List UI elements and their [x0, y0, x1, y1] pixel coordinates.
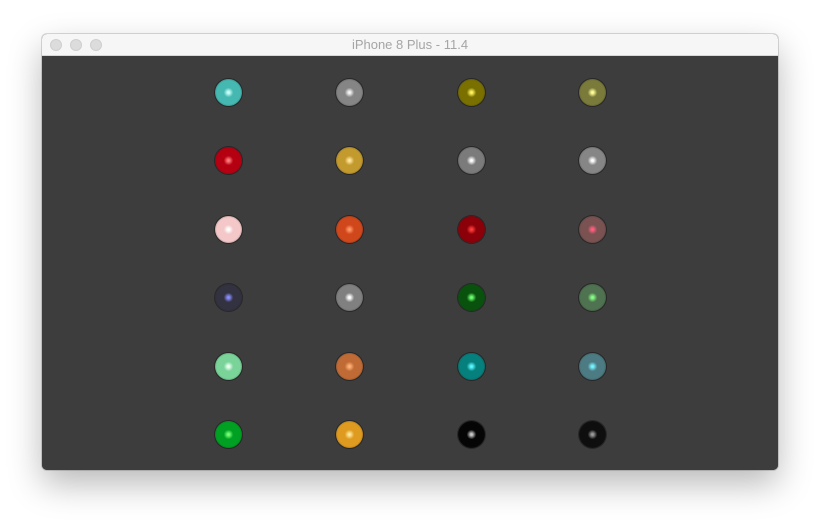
- sphere-r1-c1: [214, 78, 242, 106]
- sphere-r1-c3: [457, 78, 485, 106]
- sphere-r4-c1: [214, 283, 242, 311]
- sphere-r5-c4: [578, 352, 606, 380]
- sphere-r6-c1: [214, 420, 242, 448]
- sphere-r3-c2: [335, 215, 363, 243]
- sphere-r6-c4: [578, 420, 606, 448]
- sphere-r4-c2: [335, 283, 363, 311]
- sphere-r2-c3: [457, 146, 485, 174]
- sphere-r3-c1: [214, 215, 242, 243]
- sphere-r6-c3: [457, 420, 485, 448]
- sphere-r4-c4: [578, 283, 606, 311]
- sphere-r3-c4: [578, 215, 606, 243]
- window-titlebar[interactable]: iPhone 8 Plus - 11.4: [42, 34, 778, 56]
- sphere-r1-c2: [335, 78, 363, 106]
- sphere-r6-c2: [335, 420, 363, 448]
- sphere-r2-c4: [578, 146, 606, 174]
- sphere-r5-c3: [457, 352, 485, 380]
- simulator-screen[interactable]: [42, 56, 778, 470]
- sphere-r2-c1: [214, 146, 242, 174]
- sphere-r2-c2: [335, 146, 363, 174]
- sphere-r5-c2: [335, 352, 363, 380]
- sphere-r4-c3: [457, 283, 485, 311]
- sphere-r1-c4: [578, 78, 606, 106]
- simulator-window: iPhone 8 Plus - 11.4: [42, 34, 778, 470]
- window-title: iPhone 8 Plus - 11.4: [351, 37, 469, 52]
- sphere-grid: [42, 56, 778, 470]
- sphere-r3-c3: [457, 215, 485, 243]
- sphere-r5-c1: [214, 352, 242, 380]
